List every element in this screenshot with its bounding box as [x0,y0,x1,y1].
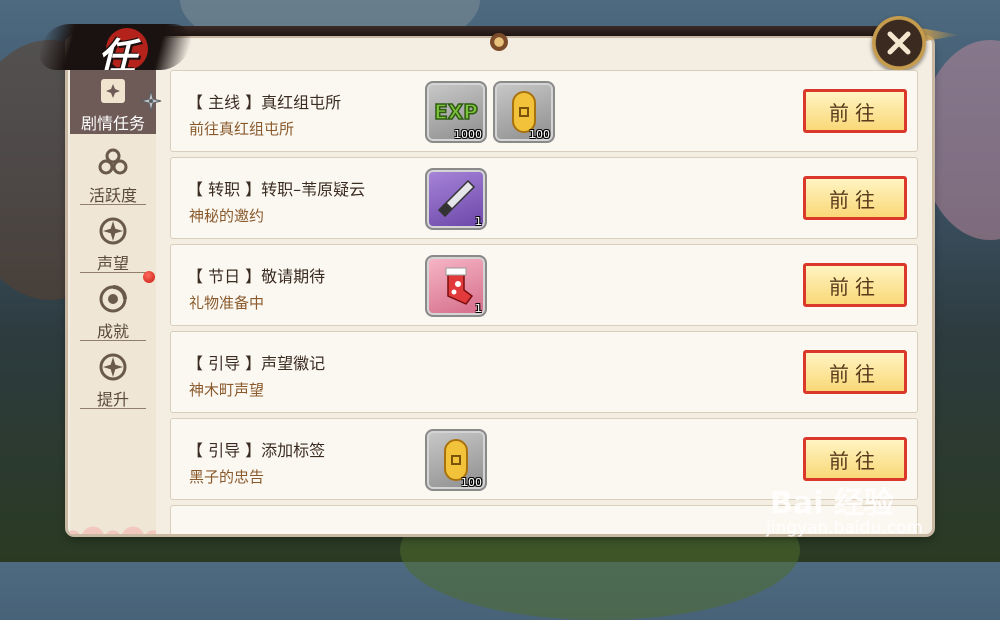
reward-gold[interactable]: 100 [425,429,487,491]
go-button[interactable]: 前往 [803,437,907,481]
task-subtitle: 黑子的忠告 [189,468,265,486]
task-subtitle: 前往真红组屯所 [189,120,295,138]
divider [80,204,146,205]
sidebar-item-label: 提升 [96,390,129,409]
sidebar: 剧情任务 活跃度 声望 成就 提升 [70,70,156,534]
svg-text:EXP: EXP [434,100,478,124]
reward-list: EXP 1000 100 [425,81,555,143]
close-button[interactable] [872,16,926,70]
task-subtitle: 礼物准备中 [189,294,265,312]
notification-dot [143,271,155,283]
exp-icon: EXP [433,99,478,125]
sidebar-item-label: 活跃度 [88,186,137,205]
sidebar-item-achievements[interactable]: 成就 [70,278,156,342]
task-title: 【 主线 】真红组屯所 [187,93,342,112]
sidebar-item-reputation[interactable]: 声望 [70,210,156,274]
close-icon [887,31,911,55]
crest-icon [96,350,130,384]
reward-list: 1 [425,168,487,230]
task-title: 【 引导 】添加标签 [187,441,326,460]
reward-count: 1 [475,302,482,315]
shuriken-scroll-icon [96,74,130,108]
reward-gift[interactable]: 1 [425,255,487,317]
divider [80,340,146,341]
panel-top-bar [150,26,910,36]
go-button[interactable]: 前往 [803,350,907,394]
task-row: 【 转职 】转职–苇原疑云 神秘的邀约 1 前往 [170,157,918,239]
reward-gold[interactable]: 100 [493,81,555,143]
task-row: 【 引导 】声望徽记 神木町声望 前往 [170,331,918,413]
panel-ornament [490,33,508,51]
sidebar-item-label: 剧情任务 [80,114,145,133]
task-title: 【 引导 】声望徽记 [187,354,326,373]
task-title: 【 节日 】敬请期待 [187,267,326,286]
divider [80,272,146,273]
baidu-watermark: Bai 经验 jingyan.baidu.com [760,478,1000,562]
go-button[interactable]: 前往 [803,89,907,133]
task-subtitle: 神秘的邀约 [189,207,265,225]
go-button[interactable]: 前往 [803,176,907,220]
reward-kunai[interactable]: 1 [425,168,487,230]
tomoe-crest-icon [96,282,130,316]
sidebar-item-label: 声望 [96,254,129,273]
reward-list: 100 [425,429,487,491]
sidebar-item-activity[interactable]: 活跃度 [70,142,156,206]
task-row: 【 节日 】敬请期待 礼物准备中 1 前往 [170,244,918,326]
reward-exp[interactable]: EXP 1000 [425,81,487,143]
watermark-brand: Bai 经验 [770,486,894,521]
watermark-url: jingyan.baidu.com [766,518,923,538]
christmas-stocking-icon [445,267,474,305]
reward-count: 1000 [454,128,482,141]
reward-list: 1 [425,255,487,317]
task-list[interactable]: 【 主线 】真红组屯所 前往真红组屯所 EXP 1000 100 前往 【 转职… [170,70,918,534]
sidebar-item-label: 成就 [96,322,129,341]
divider [80,408,146,409]
flower-crest-icon [96,146,130,180]
task-subtitle: 神木町声望 [189,381,265,399]
reward-count: 1 [475,215,482,228]
reward-count: 100 [461,476,482,489]
sidebar-item-improve[interactable]: 提升 [70,346,156,410]
go-button[interactable]: 前往 [803,263,907,307]
kunai-dagger-icon [437,179,476,218]
panel-title-banner: 任务 [33,14,197,134]
reward-count: 100 [529,128,550,141]
task-title: 【 转职 】转职–苇原疑云 [187,180,366,199]
crest-icon [96,214,130,248]
shuriken-icon [140,90,162,112]
task-row: 【 主线 】真红组屯所 前往真红组屯所 EXP 1000 100 前往 [170,70,918,152]
